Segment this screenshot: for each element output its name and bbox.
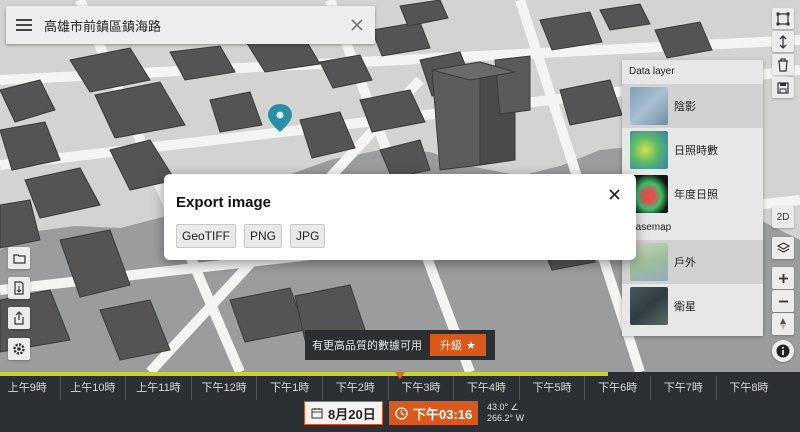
time-picker[interactable]: 下午03:16 — [389, 401, 479, 425]
upgrade-button-label: 升級 — [440, 340, 462, 352]
height-adjust-icon[interactable] — [772, 31, 794, 52]
time-tick[interactable]: 下午5時 — [518, 376, 585, 400]
layer-label: 陰影 — [674, 101, 696, 113]
draw-polygon-icon[interactable] — [772, 8, 794, 29]
layer-panel: Data layer 陰影 日照時數 年度日照 Basemap 戶外 衛星 — [622, 60, 763, 336]
sun-position: 43.0° ∠ 266.2° W — [487, 402, 524, 424]
basemap-item-satellite[interactable]: 衛星 — [622, 284, 763, 328]
layer-label: 年度日照 — [674, 189, 718, 201]
time-tick[interactable]: 下午1時 — [256, 376, 322, 400]
sun-azimuth: 266.2° W — [487, 413, 525, 423]
time-ticks: 上午9時 上午10時 上午11時 下午12時 下午1時 下午2時 下午3時 下午4時 下午5時下… — [0, 376, 800, 400]
shadow-thumb-icon — [630, 87, 668, 125]
layer-label: 日照時數 — [674, 145, 718, 157]
png-button[interactable]: PNG — [244, 224, 283, 248]
search-query[interactable]: 高雄市前鎮區鎮海路 — [42, 16, 339, 35]
star-icon: ★ — [466, 339, 476, 352]
basemap-label: 衛星 — [674, 301, 696, 313]
view-toggle-button[interactable]: 2D — [772, 206, 794, 228]
sun-hours-thumb-icon — [630, 131, 668, 169]
basemap-item-outdoor[interactable]: 戶外 — [622, 240, 763, 284]
date-value: 8月20日 — [328, 406, 376, 422]
layer-item-shadow[interactable]: 陰影 — [622, 84, 763, 128]
close-icon[interactable] — [606, 186, 622, 202]
layer-item-sun-hours[interactable]: 日照時數 — [622, 128, 763, 172]
settings-gear-icon[interactable] — [8, 338, 30, 360]
basemap-label: 戶外 — [674, 257, 696, 269]
compass-icon[interactable] — [772, 313, 794, 335]
layers-icon[interactable] — [772, 237, 794, 259]
upgrade-message: 有更高品質的數據可用 — [312, 340, 422, 352]
time-value: 下午03:16 — [413, 406, 473, 422]
format-options: GeoTIFF PNG JPG — [176, 224, 326, 248]
upgrade-button[interactable]: 升級 ★ — [430, 334, 486, 356]
sun-altitude: 43.0° ∠ — [487, 402, 519, 412]
time-tick[interactable]: 上午9時 — [0, 376, 60, 400]
delete-icon[interactable] — [772, 54, 794, 75]
open-folder-icon[interactable] — [8, 247, 30, 269]
time-tick[interactable]: 上午11時 — [125, 376, 191, 400]
time-tick[interactable]: 下午3時 — [387, 376, 454, 400]
clear-search-icon[interactable] — [339, 6, 375, 44]
time-tick[interactable]: 下午6時 — [584, 376, 650, 400]
export-image-dialog: Export image GeoTIFF PNG JPG — [164, 174, 636, 260]
time-tick[interactable]: 下午4時 — [453, 376, 519, 400]
dialog-title: Export image — [176, 194, 272, 211]
zoom-in-icon[interactable] — [772, 267, 794, 289]
time-tick[interactable]: 下午8時 — [715, 376, 782, 400]
data-layer-heading: Data layer — [629, 66, 675, 77]
draw-toolbar — [772, 8, 794, 98]
export-file-icon[interactable] — [8, 277, 30, 299]
save-icon[interactable] — [772, 77, 794, 98]
geotiff-button[interactable]: GeoTIFF — [176, 224, 237, 248]
tall-building — [431, 55, 531, 171]
zoom-out-icon[interactable] — [772, 290, 794, 312]
info-icon[interactable] — [772, 340, 794, 362]
basemap-heading: Basemap — [629, 222, 672, 233]
satellite-thumb-icon — [630, 287, 668, 325]
time-tick[interactable]: 下午2時 — [322, 376, 388, 400]
layer-item-annual-sun[interactable]: 年度日照 — [622, 172, 763, 216]
upgrade-banner: 有更高品質的數據可用 升級 ★ — [305, 330, 495, 360]
time-tick[interactable]: 下午12時 — [190, 376, 257, 400]
clock-icon — [395, 406, 408, 420]
date-picker[interactable]: 8月20日 — [304, 401, 383, 425]
share-icon[interactable] — [8, 307, 30, 329]
calendar-icon — [311, 408, 323, 419]
search-bar[interactable]: 高雄市前鎮區鎮海路 — [6, 6, 375, 44]
hamburger-menu-icon[interactable] — [6, 6, 42, 44]
time-tick[interactable]: 上午10時 — [59, 376, 126, 400]
jpg-button[interactable]: JPG — [290, 224, 326, 248]
time-tick[interactable]: 下午7時 — [650, 376, 716, 400]
